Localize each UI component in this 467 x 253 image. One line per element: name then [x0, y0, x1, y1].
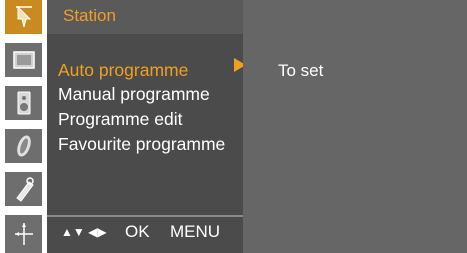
- picture-icon[interactable]: [5, 43, 42, 77]
- screen-icon[interactable]: [5, 215, 42, 253]
- key-guide: ▲▼ ◀▶ OK MENU: [47, 217, 243, 253]
- menu-title-bar: Station: [47, 0, 243, 34]
- category-sidebar: [0, 0, 47, 253]
- menu-item-programme-edit[interactable]: Programme edit: [58, 109, 183, 130]
- special-icon[interactable]: [5, 172, 42, 206]
- info-panel: To set: [243, 0, 467, 253]
- menu-item-auto-programme[interactable]: Auto programme: [58, 60, 188, 81]
- time-icon[interactable]: [5, 129, 42, 163]
- sound-icon[interactable]: [5, 86, 42, 120]
- navigation-arrows-icon: ▲▼ ◀▶: [61, 225, 107, 239]
- menu-item-favourite-programme[interactable]: Favourite programme: [58, 134, 225, 155]
- info-text: To set: [278, 61, 324, 80]
- menu-key-label: MENU: [170, 222, 221, 241]
- tv-osd-menu: Station Auto programme Manual programme …: [0, 0, 467, 253]
- menu-item-manual-programme[interactable]: Manual programme: [58, 84, 210, 105]
- ok-key-label: OK: [125, 222, 150, 241]
- menu-list: Auto programme Manual programme Programm…: [47, 34, 246, 216]
- station-icon[interactable]: [5, 0, 42, 34]
- menu-title: Station: [63, 6, 116, 25]
